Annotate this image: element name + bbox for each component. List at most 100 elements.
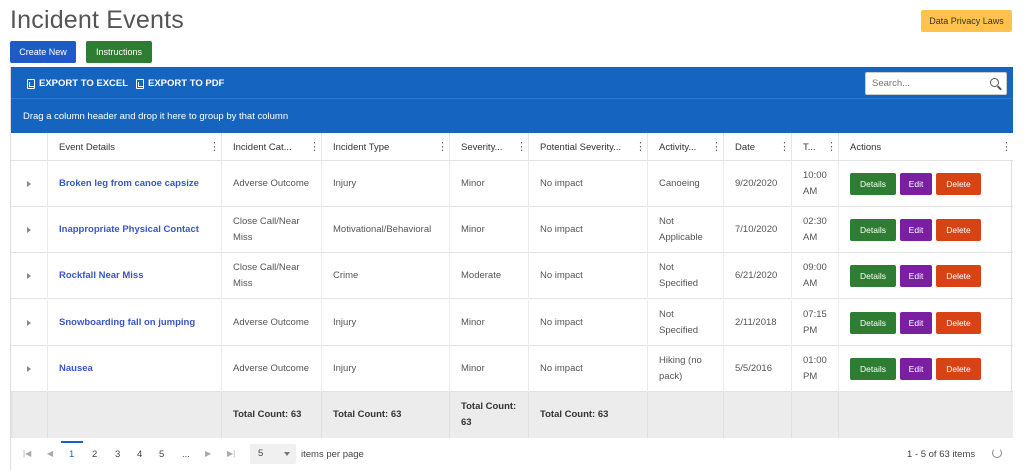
expand-icon[interactable]: [27, 273, 31, 280]
potential-cell: No impact: [528, 207, 647, 254]
refresh-icon[interactable]: [992, 448, 1002, 458]
page-4[interactable]: 4: [137, 449, 142, 460]
page-3[interactable]: 3: [115, 449, 120, 460]
table-row[interactable]: Broken leg from canoe capsize Adverse Out…: [11, 161, 1013, 207]
total-severity: Total Count: 63: [449, 392, 528, 438]
expand-icon[interactable]: [27, 181, 31, 187]
table-row[interactable]: Nausea Adverse Outcome Injury Minor No impac…: [11, 345, 1013, 392]
next-page-icon[interactable]: ▶: [205, 449, 211, 458]
severity-value: Moderate: [461, 270, 502, 282]
first-page-icon[interactable]: |◀: [23, 449, 31, 458]
edit-button[interactable]: Edit: [900, 311, 932, 334]
more-icon[interactable]: [711, 140, 722, 153]
total-category: Total Count: 63: [221, 392, 321, 438]
search-input[interactable]: [872, 73, 982, 94]
severity-value: Minor: [461, 316, 485, 328]
delete-button[interactable]: Delete: [936, 311, 981, 334]
severity-cell: Minor: [449, 161, 528, 207]
header-date[interactable]: Date: [723, 133, 791, 161]
grid-toolbar: EXPORT TO EXCEL EXPORT TO PDF: [11, 67, 1013, 99]
event-link[interactable]: Nausea: [59, 361, 93, 377]
current-page-indicator: [61, 441, 83, 443]
prev-page-icon[interactable]: ◀: [47, 449, 53, 458]
table-row[interactable]: Rockfall Near Miss Close Call/Near Miss Cr…: [11, 253, 1013, 300]
more-icon[interactable]: [1001, 140, 1012, 153]
edit-button[interactable]: Edit: [900, 173, 932, 195]
instructions-button[interactable]: Instructions: [86, 41, 152, 63]
page-size-select[interactable]: 5: [250, 444, 296, 464]
date-value: 7/10/2020: [735, 224, 778, 236]
data-privacy-button[interactable]: Data Privacy Laws: [921, 10, 1012, 32]
last-page-icon[interactable]: ▶|: [227, 449, 235, 458]
expand-icon[interactable]: [27, 365, 31, 372]
export-pdf-button[interactable]: EXPORT TO PDF: [136, 78, 224, 89]
header-label: Incident Type: [333, 142, 390, 153]
total-potential: Total Count: 63: [528, 392, 647, 438]
more-icon[interactable]: [779, 140, 790, 153]
header-activity[interactable]: Activity...: [647, 133, 723, 161]
more-icon[interactable]: [635, 140, 646, 153]
export-excel-button[interactable]: EXPORT TO EXCEL: [27, 78, 128, 89]
page-1[interactable]: 1: [69, 449, 74, 460]
group-panel[interactable]: Drag a column header and drop it here to…: [11, 99, 1013, 133]
delete-button[interactable]: Delete: [936, 357, 981, 380]
footer-cell: [723, 392, 791, 438]
details-button[interactable]: Details: [850, 265, 896, 288]
actions-cell: Details Edit Delete: [838, 299, 1013, 346]
event-details-cell: Broken leg from canoe capsize: [47, 161, 221, 207]
edit-button[interactable]: Edit: [900, 357, 932, 380]
header-actions[interactable]: Actions: [838, 133, 1013, 161]
event-link[interactable]: Snowboarding fall on jumping: [59, 315, 195, 331]
more-icon[interactable]: [516, 140, 527, 153]
actions-cell: Details Edit Delete: [838, 161, 1013, 207]
details-button[interactable]: Details: [850, 219, 896, 242]
header-event-details[interactable]: Event Details: [47, 133, 221, 161]
edit-button[interactable]: Edit: [900, 265, 932, 288]
page-size-value: 5: [258, 448, 264, 459]
table-row[interactable]: Snowboarding fall on jumping Adverse Outc…: [11, 299, 1013, 346]
header-potential-severity[interactable]: Potential Severity...: [528, 133, 647, 161]
more-icon[interactable]: [309, 140, 320, 153]
pdf-icon: [136, 78, 144, 89]
details-button[interactable]: Details: [850, 311, 896, 334]
more-icon[interactable]: [826, 140, 837, 153]
edit-button[interactable]: Edit: [900, 219, 932, 242]
details-button[interactable]: Details: [850, 173, 896, 195]
activity-cell: Not Specified: [647, 253, 723, 300]
create-new-button[interactable]: Create New: [10, 41, 76, 63]
type-value: Crime: [333, 270, 359, 282]
time-value: 01:00 PM: [803, 354, 827, 382]
type-value: Injury: [333, 362, 357, 374]
footer-cell: [647, 392, 723, 438]
delete-button[interactable]: Delete: [936, 173, 981, 195]
header-severity[interactable]: Severity...: [449, 133, 528, 161]
page-2[interactable]: 2: [92, 449, 97, 460]
page-5[interactable]: 5: [159, 449, 164, 460]
more-icon[interactable]: [437, 140, 448, 153]
category-value: Adverse Outcome: [233, 316, 310, 328]
search-icon[interactable]: [990, 78, 999, 87]
delete-button[interactable]: Delete: [936, 265, 981, 288]
potential-value: No impact: [540, 362, 583, 374]
event-link[interactable]: Broken leg from canoe capsize: [59, 176, 199, 192]
delete-button[interactable]: Delete: [936, 219, 981, 242]
event-link[interactable]: Inappropriate Physical Contact: [59, 222, 199, 238]
type-cell: Crime: [321, 253, 449, 300]
header-incident-type[interactable]: Incident Type: [321, 133, 449, 161]
header-time[interactable]: T...: [791, 133, 838, 161]
time-value: 09:00 AM: [803, 262, 827, 290]
actions-cell: Details Edit Delete: [838, 253, 1013, 300]
expand-cell: [11, 207, 47, 253]
expand-icon[interactable]: [27, 319, 31, 326]
header-incident-category[interactable]: Incident Cat...: [221, 133, 321, 161]
table-row[interactable]: Inappropriate Physical Contact Close Call…: [11, 207, 1013, 254]
severity-value: Minor: [461, 224, 485, 236]
expand-icon[interactable]: [27, 227, 31, 234]
event-link[interactable]: Rockfall Near Miss: [59, 268, 143, 284]
more-icon[interactable]: [209, 140, 220, 153]
details-button[interactable]: Details: [850, 357, 896, 380]
header-label: Severity...: [461, 142, 503, 153]
actions-cell: Details Edit Delete: [838, 207, 1013, 254]
page-more[interactable]: ...: [182, 449, 190, 460]
potential-value: No impact: [540, 224, 583, 236]
